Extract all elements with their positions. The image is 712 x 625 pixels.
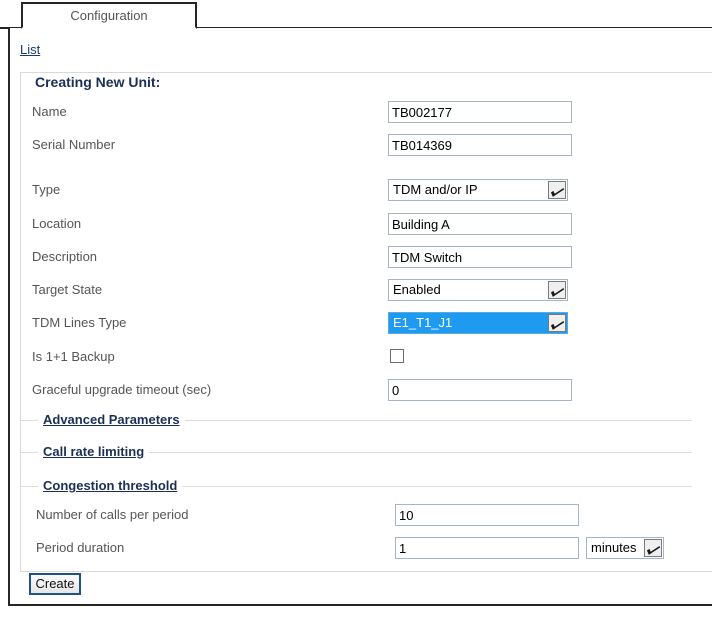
label-tdm-lines-type: TDM Lines Type bbox=[32, 315, 127, 330]
label-target-state: Target State bbox=[32, 282, 103, 297]
label-description: Description bbox=[32, 249, 98, 264]
label-serial-number: Serial Number bbox=[32, 137, 116, 152]
field-row-description: Description bbox=[0, 246, 692, 272]
field-row-calls-per-period: Number of calls per period bbox=[0, 504, 692, 530]
field-row-location: Location bbox=[0, 213, 692, 239]
label-calls-per-period: Number of calls per period bbox=[36, 507, 189, 522]
serial-number-input[interactable] bbox=[388, 134, 572, 156]
field-row-name: Name bbox=[0, 101, 692, 127]
advanced-parameters-toggle[interactable]: Advanced Parameters bbox=[38, 412, 185, 428]
field-row-period-duration: Period duration minutes bbox=[0, 537, 692, 563]
field-row-type: Type TDM and/or IP bbox=[0, 179, 692, 205]
congestion-threshold-toggle[interactable]: Congestion threshold bbox=[38, 478, 183, 494]
period-duration-input[interactable] bbox=[395, 537, 579, 559]
description-input[interactable] bbox=[388, 246, 572, 268]
label-location: Location bbox=[32, 216, 82, 231]
name-input[interactable] bbox=[388, 101, 572, 123]
field-row-graceful-upgrade-timeout: Graceful upgrade timeout (sec) bbox=[0, 379, 692, 405]
target-state-select-value: Enabled bbox=[393, 282, 441, 297]
create-button[interactable]: Create bbox=[29, 573, 81, 595]
page-root: Configuration List Creating New Unit: Na… bbox=[0, 0, 712, 625]
page-title: Creating New Unit: bbox=[30, 73, 166, 91]
field-row-is-backup: Is 1+1 Backup bbox=[0, 346, 692, 372]
label-name: Name bbox=[32, 104, 67, 119]
tdm-lines-type-select[interactable]: E1_T1_J1 bbox=[388, 312, 568, 334]
is-backup-checkbox[interactable] bbox=[390, 349, 404, 363]
label-is-backup: Is 1+1 Backup bbox=[32, 349, 115, 364]
label-type: Type bbox=[32, 182, 61, 197]
chevron-down-icon[interactable] bbox=[548, 314, 566, 332]
field-row-target-state: Target State Enabled bbox=[0, 279, 692, 305]
chevron-down-icon[interactable] bbox=[548, 181, 566, 199]
field-row-tdm-lines-type: TDM Lines Type E1_T1_J1 bbox=[0, 312, 692, 338]
calls-per-period-input[interactable] bbox=[395, 504, 579, 526]
graceful-upgrade-timeout-input[interactable] bbox=[388, 379, 572, 401]
tab-bar: Configuration bbox=[0, 0, 712, 29]
chevron-down-icon[interactable] bbox=[644, 539, 662, 557]
call-rate-limiting-toggle[interactable]: Call rate limiting bbox=[38, 444, 150, 460]
label-graceful-upgrade-timeout: Graceful upgrade timeout (sec) bbox=[32, 382, 212, 397]
target-state-select[interactable]: Enabled bbox=[388, 279, 568, 301]
field-row-serial-number: Serial Number bbox=[0, 134, 692, 160]
period-duration-unit-value: minutes bbox=[591, 540, 637, 555]
list-link[interactable]: List bbox=[20, 42, 40, 57]
label-period-duration: Period duration bbox=[36, 540, 125, 555]
tab-configuration[interactable]: Configuration bbox=[21, 2, 197, 29]
chevron-down-icon[interactable] bbox=[548, 281, 566, 299]
location-input[interactable] bbox=[388, 213, 572, 235]
tdm-lines-type-select-value: E1_T1_J1 bbox=[393, 315, 453, 330]
type-select[interactable]: TDM and/or IP bbox=[388, 179, 568, 201]
type-select-value: TDM and/or IP bbox=[393, 182, 478, 197]
period-duration-unit-select[interactable]: minutes bbox=[586, 537, 664, 559]
